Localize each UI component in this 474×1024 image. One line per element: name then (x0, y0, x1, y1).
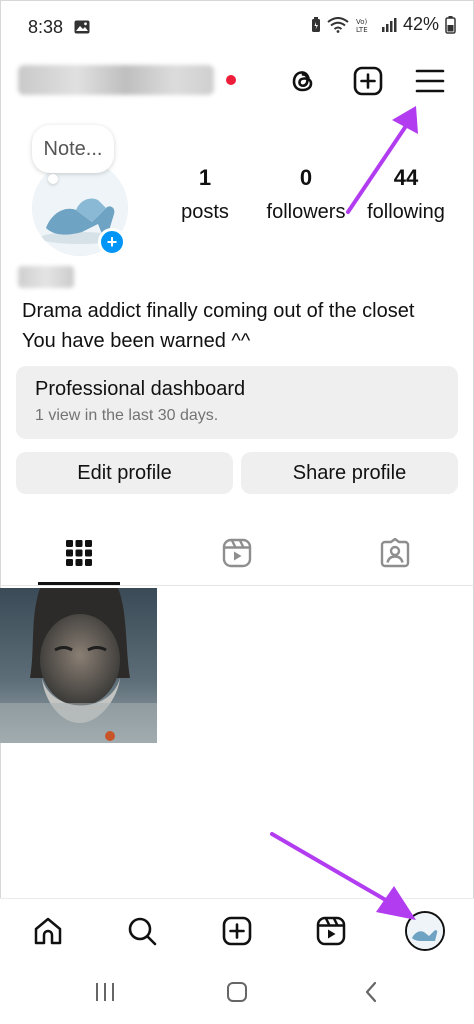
posts-count: 1 (198, 165, 212, 190)
menu-icon[interactable] (412, 63, 448, 99)
svg-text:Vo): Vo) (356, 18, 368, 26)
username-blurred[interactable] (18, 65, 214, 95)
signal-icon (381, 17, 397, 33)
note-label: Note... (43, 137, 103, 160)
profile-nav[interactable] (405, 911, 445, 951)
back-icon[interactable] (356, 978, 386, 1006)
status-bar: 8:38 Vo) LTE 42% (0, 0, 474, 56)
recent-apps-icon[interactable] (90, 978, 120, 1006)
search-icon[interactable] (122, 911, 162, 951)
wifi-icon (327, 16, 349, 33)
edit-profile-button[interactable]: Edit profile (16, 452, 233, 494)
dashboard-title: Professional dashboard (35, 378, 246, 400)
threads-icon[interactable] (285, 63, 321, 99)
profile-avatar-small (405, 911, 445, 951)
battery-icon (445, 15, 456, 34)
stat-posts[interactable]: 1 posts (175, 165, 235, 224)
create-icon[interactable] (350, 63, 386, 99)
home-system-icon[interactable] (222, 978, 252, 1006)
battery-saver-icon (311, 16, 321, 33)
battery-text: 42% (402, 14, 439, 34)
followers-label: followers (266, 201, 346, 223)
create-icon[interactable] (217, 911, 257, 951)
following-label: following (367, 201, 445, 223)
bio: Drama addict finally coming out of the c… (22, 296, 414, 356)
content-tabs (0, 526, 474, 586)
tagged-icon (380, 537, 410, 573)
status-right: Vo) LTE 42% (311, 14, 456, 35)
notification-dot (226, 75, 236, 85)
active-tab-indicator (38, 582, 120, 585)
system-nav (0, 960, 474, 1024)
status-time: 8:38 (28, 17, 64, 37)
add-story-icon[interactable]: + (98, 228, 126, 256)
note-tail (48, 174, 58, 184)
post-thumbnail[interactable] (0, 588, 157, 743)
following-count: 44 (393, 165, 419, 190)
stat-followers[interactable]: 0 followers (257, 165, 355, 224)
tab-reels[interactable] (158, 526, 316, 584)
home-icon[interactable] (28, 911, 68, 951)
bio-line: You have been warned ^^ (22, 330, 251, 352)
tab-tagged[interactable] (316, 526, 474, 584)
volte-icon: Vo) LTE (355, 16, 375, 34)
posts-label: posts (181, 201, 229, 223)
bio-line: Drama addict finally coming out of the c… (22, 300, 415, 322)
svg-text:LTE: LTE (356, 26, 368, 34)
stat-following[interactable]: 44 following (358, 165, 454, 224)
bottom-nav (0, 898, 474, 960)
dashboard-subtitle: 1 view in the last 30 days. (35, 407, 219, 424)
note-bubble[interactable]: Note... (32, 125, 114, 173)
profile-header (0, 56, 474, 106)
photo-icon (74, 20, 90, 39)
grid-icon (65, 539, 93, 572)
reels-icon[interactable] (311, 911, 351, 951)
reels-icon (222, 538, 252, 573)
professional-dashboard[interactable]: Professional dashboard 1 view in the las… (16, 366, 458, 439)
share-profile-button[interactable]: Share profile (241, 452, 458, 494)
tab-grid[interactable] (0, 526, 158, 584)
display-name-blurred (18, 266, 74, 288)
followers-count: 0 (299, 165, 313, 190)
